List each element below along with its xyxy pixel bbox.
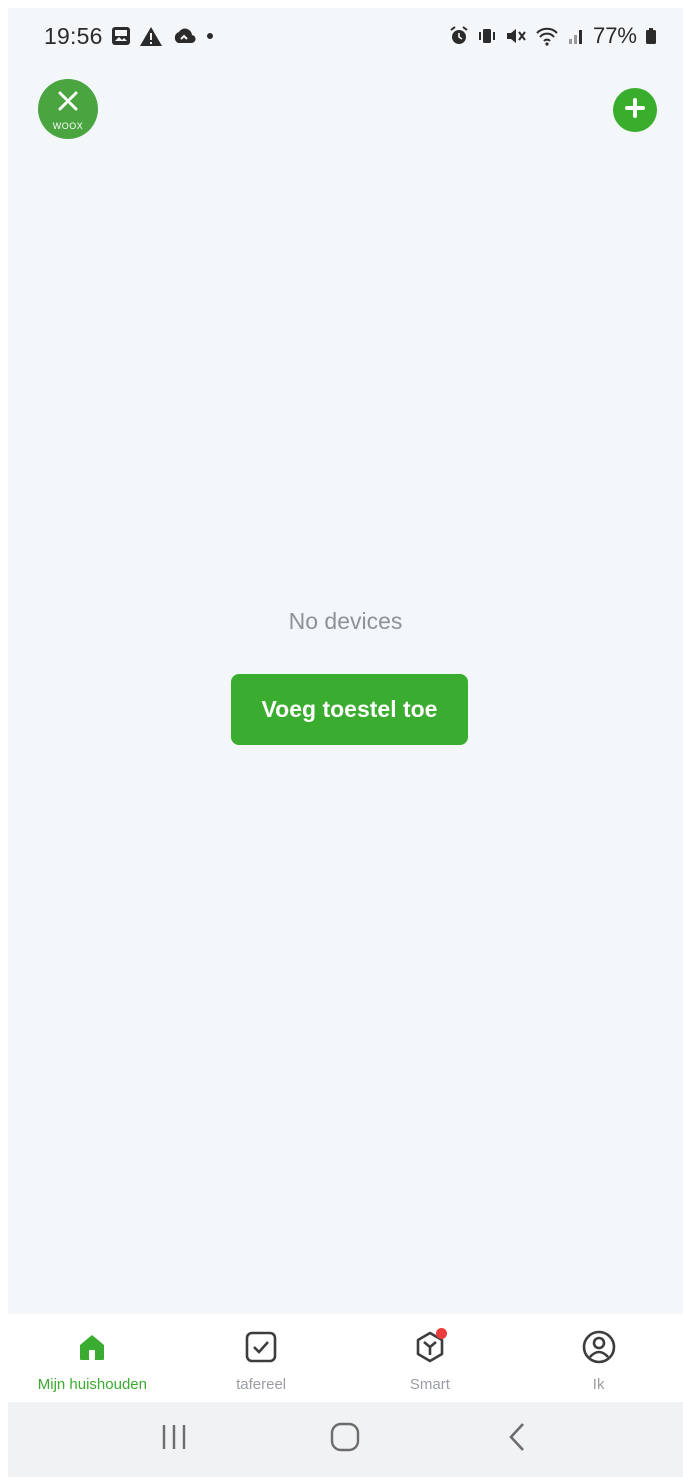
- profile-icon: [580, 1328, 618, 1366]
- nav-label-ik: Ik: [592, 1376, 605, 1393]
- vibrate-icon: [477, 26, 497, 46]
- add-button[interactable]: [613, 88, 657, 132]
- status-time: 19:56: [44, 22, 103, 49]
- woox-logo-avatar[interactable]: WOOX: [38, 79, 98, 139]
- logo-text: WOOX: [52, 121, 84, 131]
- status-bar-right: 77%: [449, 23, 657, 49]
- cloud-icon: [171, 27, 197, 45]
- recents-icon: [159, 1422, 189, 1457]
- nav-item-home[interactable]: Mijn huishouden: [8, 1314, 177, 1402]
- nav-label-smart: Smart: [409, 1376, 450, 1393]
- woox-logo-icon: [54, 87, 82, 120]
- system-navigation-bar: [8, 1402, 683, 1477]
- battery-percentage: 77%: [592, 23, 637, 48]
- app-screen: 19:56 77% WOOX No devices Voeg toestel t…: [8, 8, 683, 1477]
- back-icon: [505, 1421, 529, 1458]
- notification-badge: [435, 1328, 447, 1339]
- nav-item-smart[interactable]: Smart: [346, 1314, 515, 1402]
- nav-label-home: Mijn huishouden: [37, 1376, 147, 1393]
- gallery-icon: [111, 26, 131, 46]
- battery-icon: [645, 26, 657, 46]
- back-button[interactable]: [487, 1415, 547, 1465]
- system-home-button[interactable]: [315, 1415, 375, 1465]
- dot-icon: [205, 31, 215, 41]
- home-icon: [73, 1328, 111, 1366]
- status-bar-left: 19:56: [44, 23, 215, 50]
- scene-check-icon: [242, 1328, 280, 1366]
- warning-icon: [139, 26, 163, 47]
- nav-item-ik[interactable]: Ik: [514, 1314, 683, 1402]
- home-outline-icon: [329, 1421, 361, 1458]
- nav-item-tafereel[interactable]: tafereel: [177, 1314, 346, 1402]
- wifi-icon: [535, 26, 559, 46]
- signal-icon: [567, 27, 585, 45]
- empty-state-text: No devices: [288, 608, 403, 634]
- recents-button[interactable]: [144, 1415, 204, 1465]
- add-device-button[interactable]: Voeg toestel toe: [231, 674, 468, 745]
- alarm-icon: [449, 26, 469, 46]
- bottom-navigation: Mijn huishouden tafereel Smart Ik: [8, 1314, 683, 1402]
- status-bar: 19:56 77%: [8, 8, 683, 64]
- plus-circle-icon: [623, 96, 647, 125]
- mute-icon: [505, 26, 527, 46]
- nav-label-tafereel: tafereel: [236, 1376, 287, 1393]
- smart-icon: [411, 1328, 449, 1366]
